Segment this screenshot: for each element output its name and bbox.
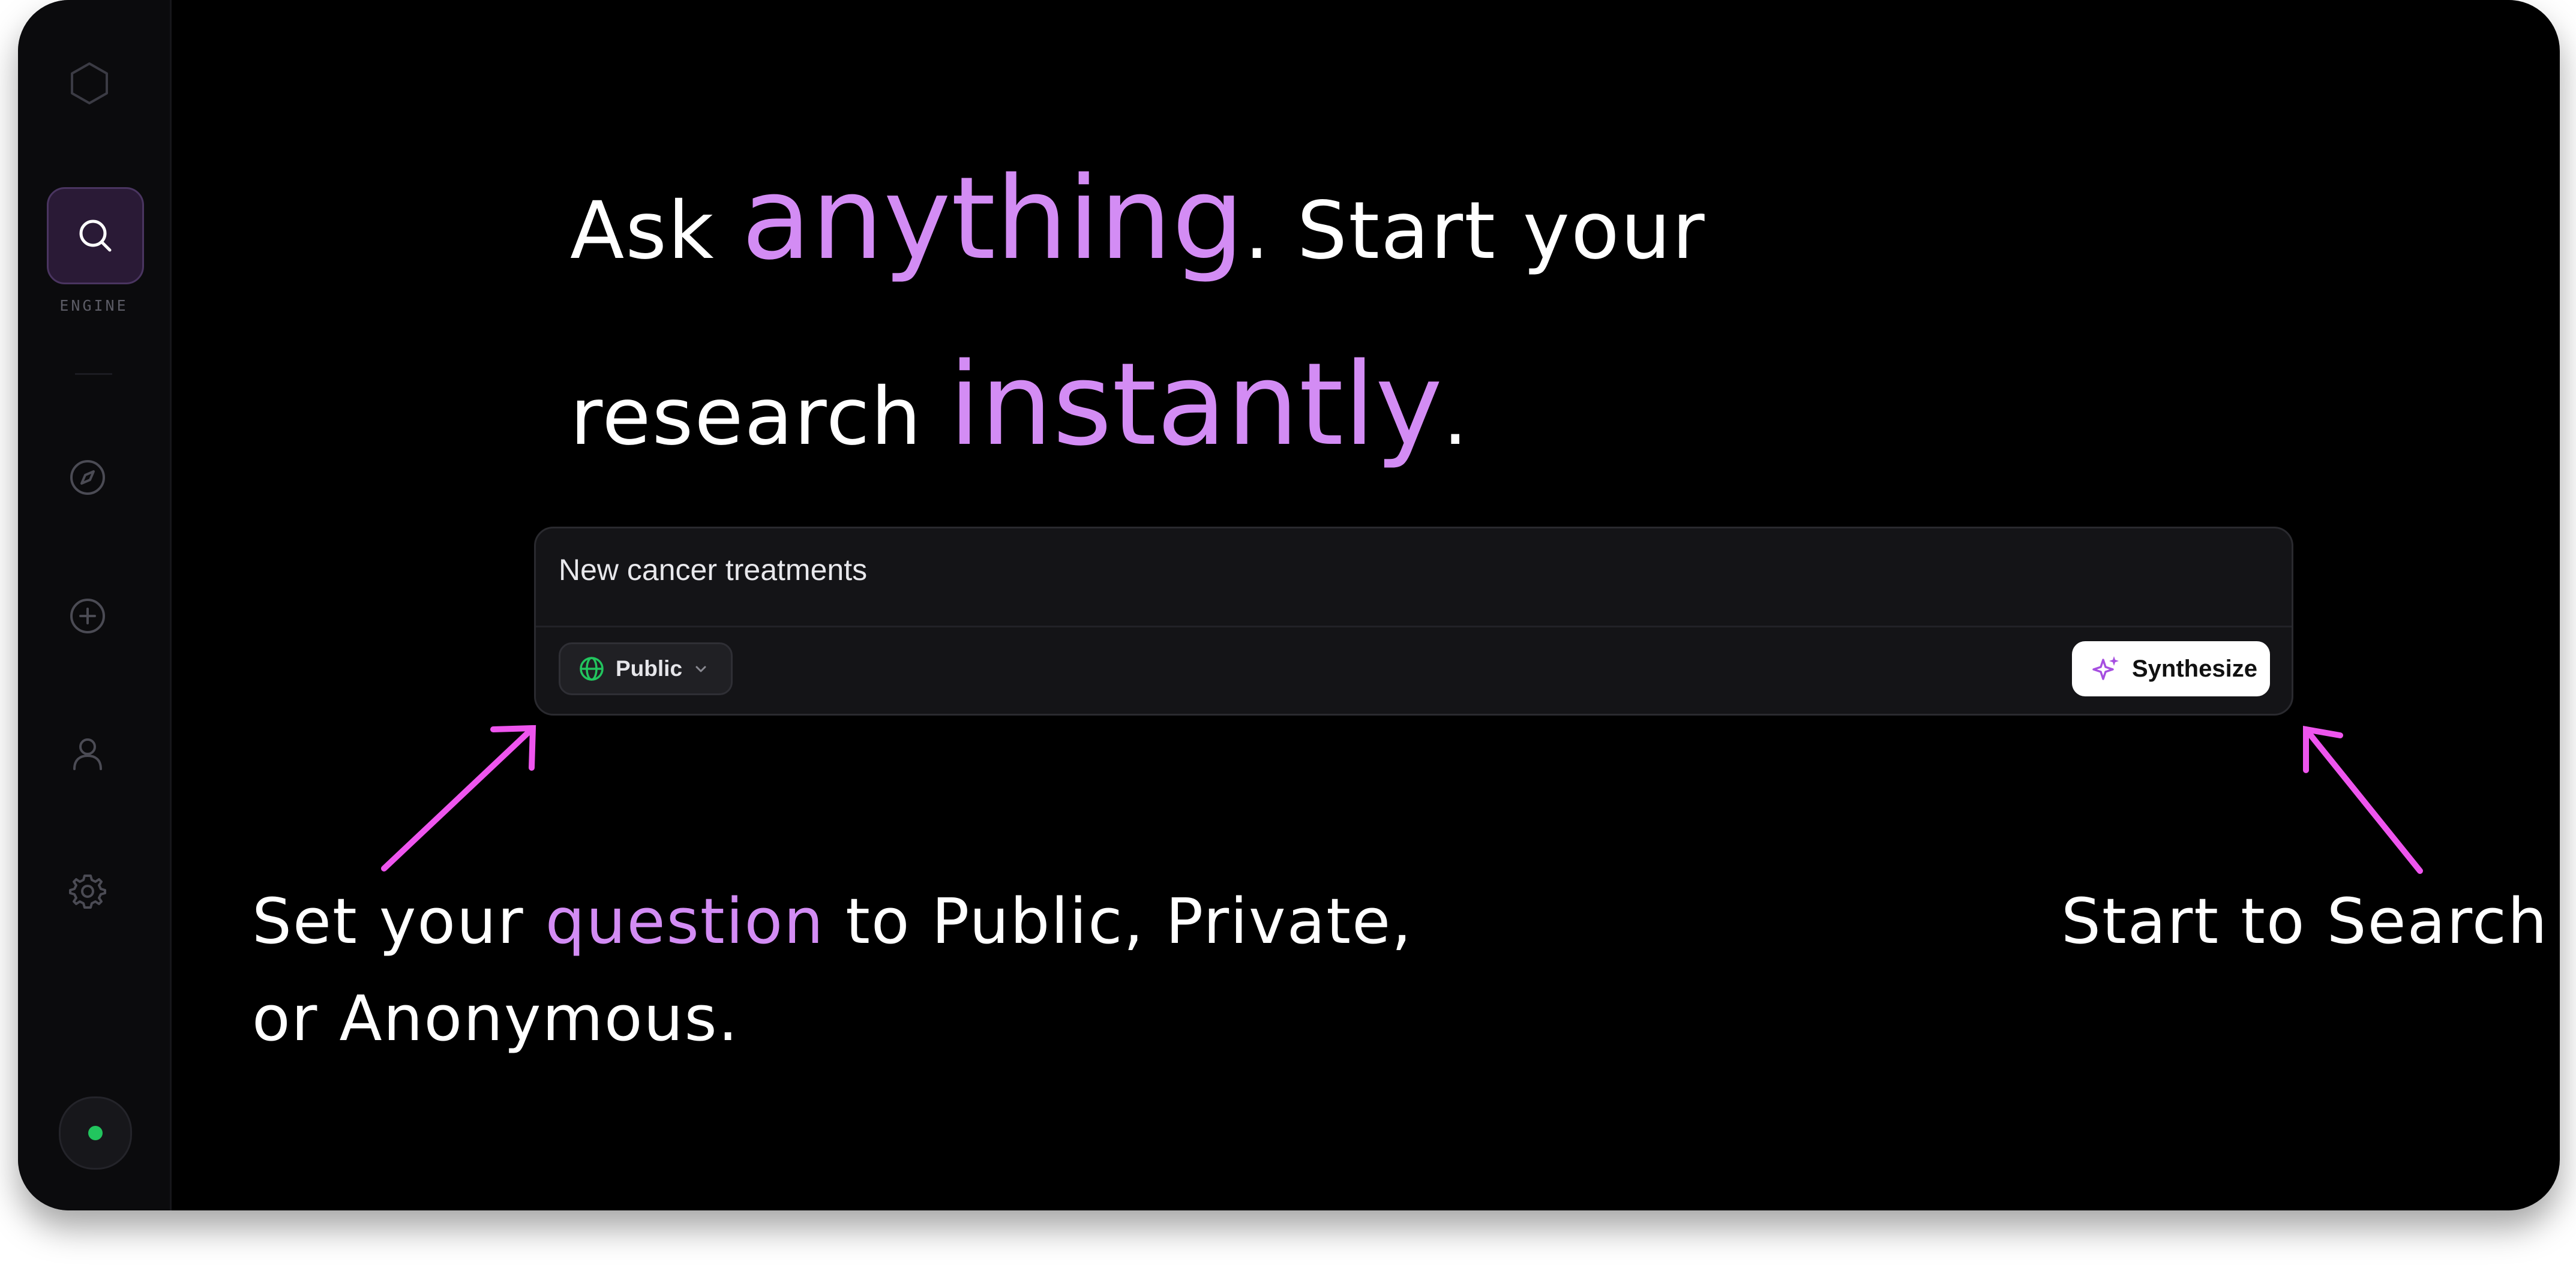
headline-text: . Start your: [1244, 185, 1706, 277]
headline-accent: anything: [741, 152, 1244, 285]
compass-icon: [70, 460, 105, 495]
headline-text: research: [570, 371, 949, 463]
gear-icon: [69, 875, 106, 909]
callout-line-2: or Anonymous.: [252, 982, 739, 1055]
sidebar: ENGINE: [18, 0, 172, 1210]
chevron-down-icon: [695, 666, 706, 672]
headline-accent: instantly: [949, 338, 1443, 471]
sidebar-item-settings[interactable]: [67, 871, 108, 912]
search-input[interactable]: New cancer treatments: [559, 552, 2239, 587]
callout-text: Set your: [252, 885, 545, 958]
callout-line-1: Set your question to Public, Private,: [252, 873, 1413, 970]
search-panel: New cancer treatments Public Synthesize: [534, 527, 2293, 716]
sidebar-item-explore[interactable]: [67, 457, 108, 498]
headline-text: .: [1443, 371, 1470, 463]
search-panel-divider: [536, 626, 2292, 627]
sidebar-item-profile[interactable]: [67, 733, 108, 774]
status-indicator: [59, 1096, 132, 1170]
search-icon: [79, 220, 112, 252]
sidebar-item-engine[interactable]: [47, 187, 144, 284]
search-callout: Start to Search: [2061, 873, 2548, 970]
user-icon: [73, 738, 102, 770]
headline-line-2: research instantly.: [570, 318, 2010, 504]
app-window: ENGINE Ask anything. Start your research…: [18, 0, 2560, 1210]
callout-text: to Public, Private,: [824, 885, 1413, 958]
synthesize-button[interactable]: Synthesize: [2072, 641, 2270, 696]
sidebar-item-new[interactable]: [67, 596, 108, 636]
sidebar-divider: [75, 373, 112, 375]
callout-text: Start to Search: [2061, 885, 2548, 958]
online-status-dot: [88, 1126, 103, 1140]
visibility-label: Public: [616, 656, 683, 681]
sidebar-item-label: ENGINE: [59, 297, 128, 314]
sparkles-icon: [2092, 656, 2119, 680]
callout-accent: question: [545, 885, 825, 958]
headline-line-1: Ask anything. Start your: [570, 132, 2010, 318]
hexagon-logo-icon[interactable]: [67, 61, 112, 106]
visibility-callout: Set your question to Public, Private, or…: [252, 873, 1413, 1067]
page-headline: Ask anything. Start your research instan…: [570, 132, 2010, 504]
globe-icon: [580, 657, 604, 681]
headline-text: Ask: [570, 185, 742, 277]
plus-circle-icon: [70, 599, 105, 633]
synthesize-label: Synthesize: [2132, 655, 2257, 682]
visibility-dropdown[interactable]: Public: [559, 642, 733, 695]
